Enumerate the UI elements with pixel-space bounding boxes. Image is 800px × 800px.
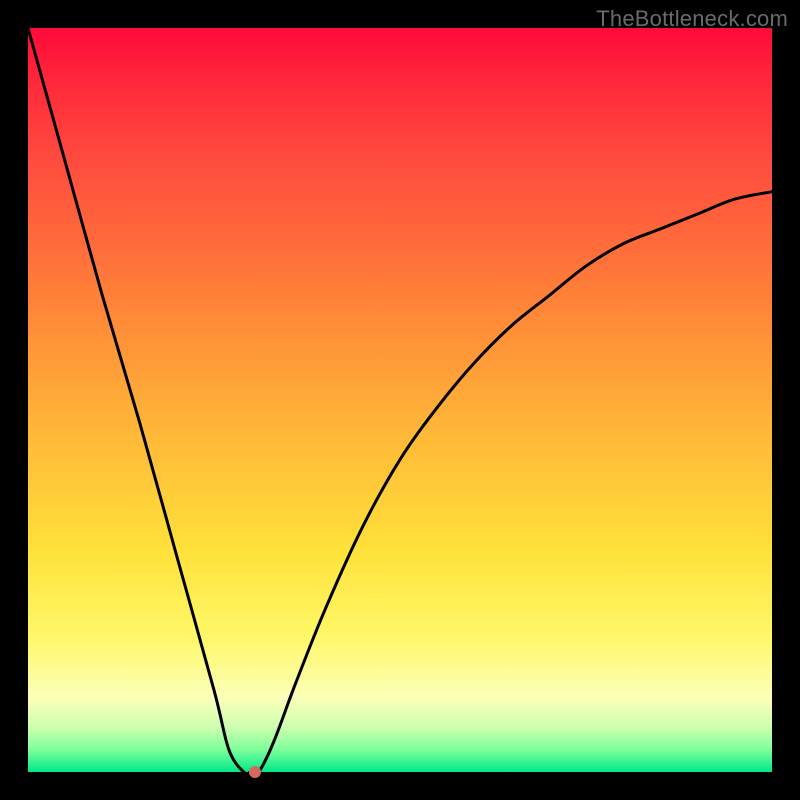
optimum-marker xyxy=(249,766,261,778)
plot-area xyxy=(28,28,772,772)
chart-frame: TheBottleneck.com xyxy=(0,0,800,800)
curve-path xyxy=(28,28,772,774)
line-series xyxy=(28,28,772,772)
watermark-text: TheBottleneck.com xyxy=(596,6,788,32)
